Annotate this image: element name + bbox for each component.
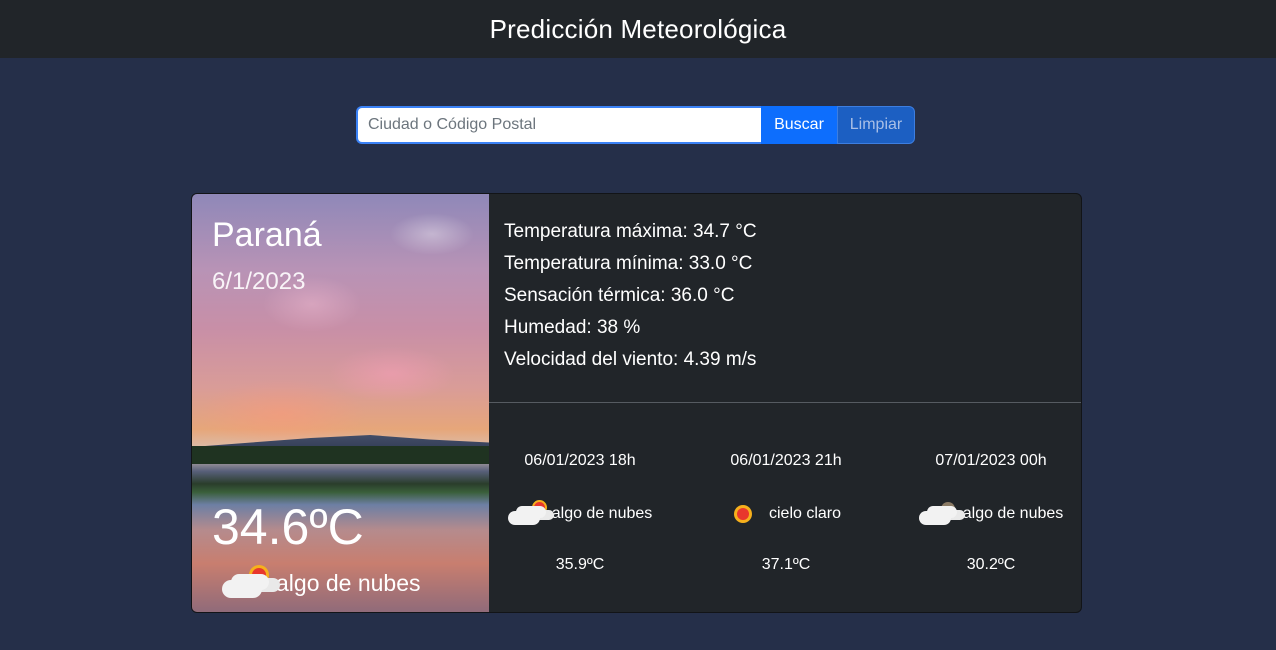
forecast-item: 06/01/2023 21h cielo claro 37.1ºC	[686, 452, 886, 574]
forecast-condition-label: algo de nubes	[962, 505, 1064, 522]
top-navbar: Predicción Meteorológica	[0, 0, 1276, 58]
forecast-temperature: 30.2ºC	[966, 556, 1016, 573]
current-temperature: 34.6ºC	[212, 499, 364, 555]
forecast-condition-label: cielo claro	[768, 505, 842, 522]
forecast-item: 06/01/2023 18h algo de nubes 35.9ºC	[480, 452, 680, 574]
sun-icon	[731, 502, 755, 526]
forecast-item: 07/01/2023 00h algo de nubes 30.2ºC	[891, 452, 1081, 574]
humidity: Humedad: 38 %	[504, 317, 641, 338]
cloud-sun-icon	[507, 502, 546, 526]
forecast-condition: algo de nubes	[480, 502, 680, 526]
cloud-moon-icon	[918, 502, 957, 526]
weather-details: Temperatura máxima: 34.7 °C Temperatura …	[504, 216, 757, 376]
page-title: Predicción Meteorológica	[489, 13, 787, 44]
search-form: Buscar Limpiar	[356, 106, 915, 144]
feels-like: Sensación térmica: 36.0 °C	[504, 285, 735, 306]
current-date: 6/1/2023	[212, 268, 306, 295]
forecast-condition: cielo claro	[686, 502, 886, 526]
min-temperature: Temperatura mínima: 33.0 °C	[504, 253, 753, 274]
forecast-temperature: 37.1ºC	[761, 556, 811, 573]
max-temperature: Temperatura máxima: 34.7 °C	[504, 221, 757, 242]
treeline	[192, 446, 489, 464]
forecast-condition-label: algo de nubes	[551, 505, 653, 522]
clear-button[interactable]: Limpiar	[837, 106, 915, 144]
forecast-datetime: 06/01/2023 21h	[730, 452, 842, 469]
search-button[interactable]: Buscar	[761, 106, 837, 144]
city-background-image: Paraná 6/1/2023 34.6ºC algo de nubes	[192, 194, 489, 612]
wind-speed: Velocidad del viento: 4.39 m/s	[504, 349, 757, 370]
forecast-condition: algo de nubes	[891, 502, 1081, 526]
search-input[interactable]	[356, 106, 761, 144]
forecast-datetime: 06/01/2023 18h	[524, 452, 636, 469]
weather-card: Paraná 6/1/2023 34.6ºC algo de nubes Tem…	[191, 193, 1082, 613]
forecast-temperature: 35.9ºC	[555, 556, 605, 573]
cloud-sun-icon	[222, 568, 268, 598]
city-name: Paraná	[212, 216, 322, 254]
forecast-datetime: 07/01/2023 00h	[935, 452, 1047, 469]
current-condition: algo de nubes	[222, 568, 421, 598]
current-condition-label: algo de nubes	[276, 569, 421, 596]
divider	[489, 402, 1081, 403]
